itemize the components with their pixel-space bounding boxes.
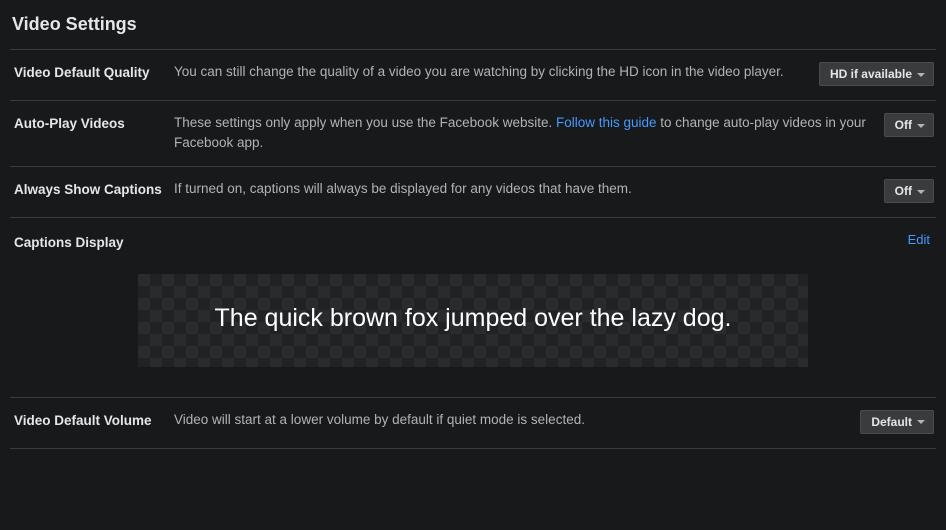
- label-video-default-volume: Video Default Volume: [10, 410, 174, 434]
- chevron-down-icon: [917, 420, 925, 424]
- dropdown-value: HD if available: [830, 67, 912, 81]
- edit-captions-display-link[interactable]: Edit: [908, 232, 936, 247]
- desc-video-default-volume: Video will start at a lower volume by de…: [174, 410, 860, 434]
- video-settings-panel: Video Settings Video Default Quality You…: [0, 0, 946, 449]
- chevron-down-icon: [917, 124, 925, 128]
- desc-auto-play-videos: These settings only apply when you use t…: [174, 113, 884, 152]
- dropdown-video-default-quality[interactable]: HD if available: [819, 62, 934, 86]
- dropdown-auto-play-videos[interactable]: Off: [884, 113, 934, 137]
- captions-sample-text: The quick brown fox jumped over the lazy…: [166, 300, 780, 336]
- page-title: Video Settings: [10, 8, 936, 49]
- label-captions-display: Captions Display: [10, 232, 174, 252]
- chevron-down-icon: [917, 190, 925, 194]
- captions-preview-box: The quick brown fox jumped over the lazy…: [138, 274, 808, 366]
- label-video-default-quality: Video Default Quality: [10, 62, 174, 86]
- row-video-default-quality: Video Default Quality You can still chan…: [10, 49, 936, 100]
- chevron-down-icon: [917, 73, 925, 77]
- dropdown-value: Default: [871, 415, 912, 429]
- desc-video-default-quality: You can still change the quality of a vi…: [174, 62, 819, 86]
- row-always-show-captions: Always Show Captions If turned on, capti…: [10, 166, 936, 217]
- row-auto-play-videos: Auto-Play Videos These settings only app…: [10, 100, 936, 166]
- label-auto-play-videos: Auto-Play Videos: [10, 113, 174, 152]
- row-captions-display: Captions Display Edit The quick brown fo…: [10, 217, 936, 396]
- desc-autoplay-pre: These settings only apply when you use t…: [174, 115, 556, 130]
- row-video-default-volume: Video Default Volume Video will start at…: [10, 397, 936, 449]
- dropdown-always-show-captions[interactable]: Off: [884, 179, 934, 203]
- link-follow-this-guide[interactable]: Follow this guide: [556, 115, 657, 130]
- dropdown-video-default-volume[interactable]: Default: [860, 410, 934, 434]
- dropdown-value: Off: [895, 118, 912, 132]
- dropdown-value: Off: [895, 184, 912, 198]
- desc-always-show-captions: If turned on, captions will always be di…: [174, 179, 884, 203]
- label-always-show-captions: Always Show Captions: [10, 179, 174, 203]
